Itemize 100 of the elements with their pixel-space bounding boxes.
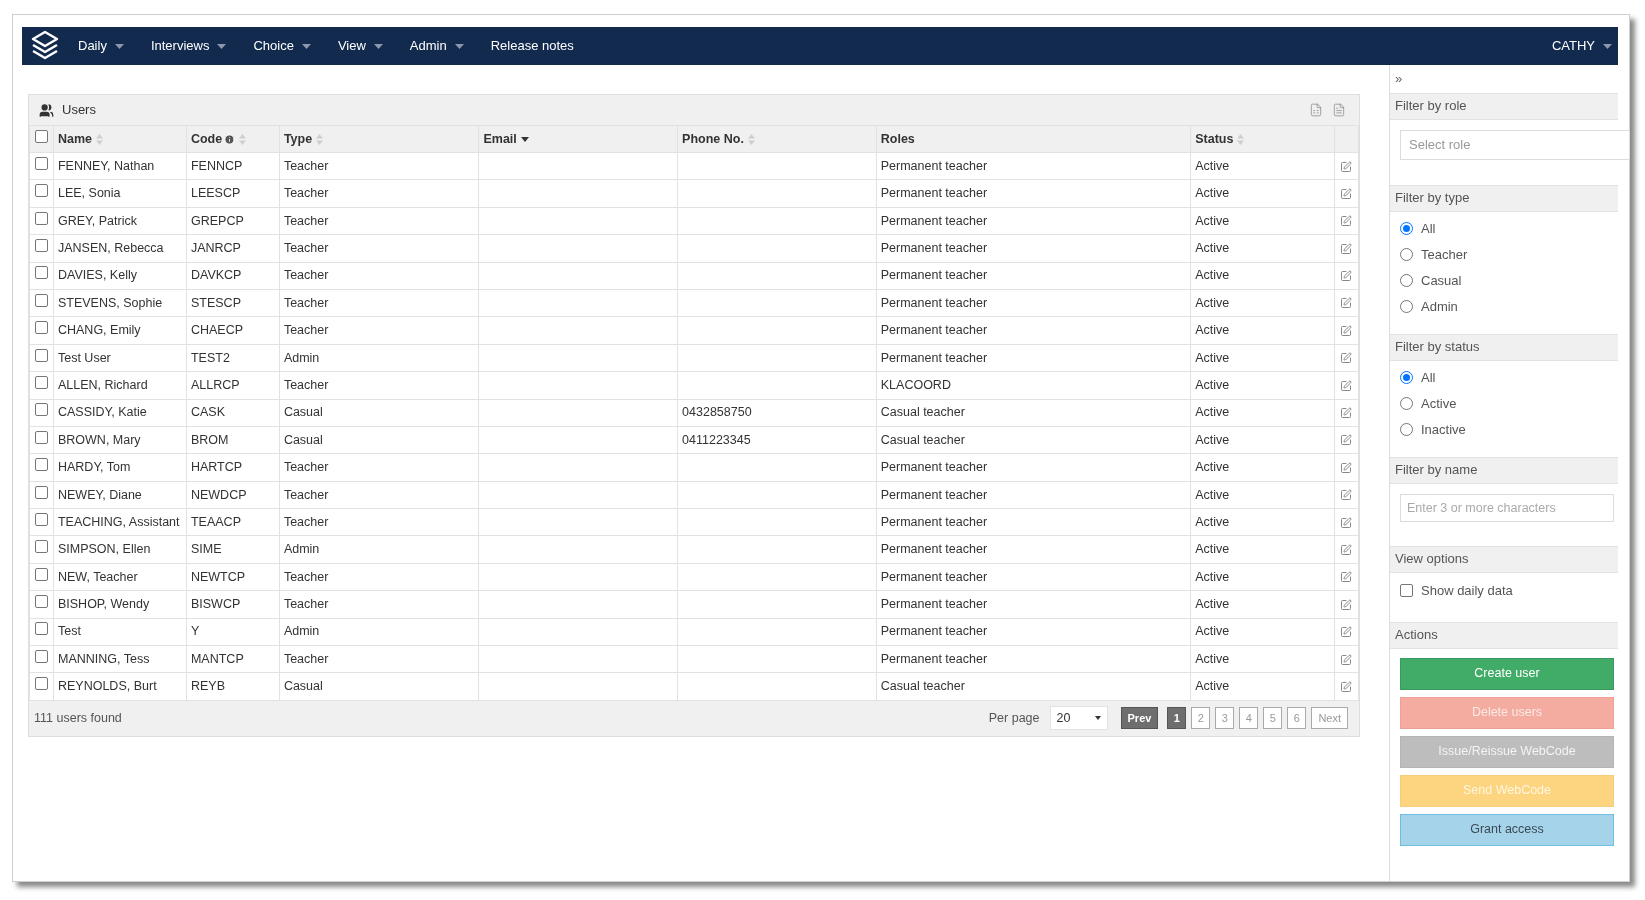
table-cell: Y xyxy=(190,624,200,639)
edit-icon[interactable] xyxy=(1340,187,1353,200)
checkbox[interactable] xyxy=(35,184,48,198)
edit-icon[interactable] xyxy=(1340,270,1353,283)
edit-icon[interactable] xyxy=(1340,516,1353,529)
role-select-field[interactable]: Select role xyxy=(1400,129,1630,160)
table-cell: CASK xyxy=(190,405,225,420)
radio-button[interactable] xyxy=(1400,274,1413,287)
table-cell: BISWCP xyxy=(190,597,241,612)
edit-icon[interactable] xyxy=(1340,215,1353,228)
radio-button[interactable] xyxy=(1400,371,1413,384)
checkbox[interactable] xyxy=(35,239,48,252)
checkbox[interactable] xyxy=(35,211,48,225)
caret-icon xyxy=(1094,716,1101,721)
table-cell: Teacher xyxy=(283,241,329,255)
section-header: Filter by type xyxy=(1390,184,1618,212)
table-cell: NEW, Teacher xyxy=(57,569,138,584)
checkbox[interactable] xyxy=(35,677,48,691)
column-header[interactable]: Type xyxy=(283,129,313,149)
page-button[interactable]: 1 xyxy=(1167,707,1187,730)
table-cell: REYNOLDS, Burt xyxy=(57,679,157,694)
checkbox[interactable] xyxy=(35,649,48,663)
user-menu[interactable]: CATHY xyxy=(1551,36,1612,56)
edit-icon[interactable] xyxy=(1340,653,1353,666)
edit-icon[interactable] xyxy=(1340,352,1353,365)
edit-icon[interactable] xyxy=(1340,242,1353,255)
edit-icon[interactable] xyxy=(1340,379,1353,392)
radio-button[interactable] xyxy=(1400,423,1413,436)
table-cell: Permanent teacher xyxy=(880,569,988,584)
checkbox[interactable] xyxy=(35,321,48,335)
checkbox[interactable] xyxy=(35,375,48,389)
nav-menu-item[interactable]: Daily xyxy=(78,36,124,56)
checkbox[interactable] xyxy=(35,430,48,444)
table-cell: ALLRCP xyxy=(190,377,240,392)
action-button[interactable]: Grant access xyxy=(1400,813,1614,846)
per-page-select[interactable]: 20 xyxy=(1049,706,1108,731)
checkbox[interactable] xyxy=(1400,584,1413,597)
edit-icon[interactable] xyxy=(1340,461,1353,474)
table-cell: Active xyxy=(1195,323,1230,338)
nav-menu-item[interactable]: Admin xyxy=(409,36,464,56)
edit-icon[interactable] xyxy=(1340,626,1353,639)
edit-icon[interactable] xyxy=(1340,680,1353,693)
table-cell: 0411223345 xyxy=(682,432,751,447)
table-cell: JANRCP xyxy=(190,241,241,255)
edit-icon[interactable] xyxy=(1340,571,1353,584)
checkbox[interactable] xyxy=(35,595,48,609)
checkbox[interactable] xyxy=(35,348,48,362)
radio-label: All xyxy=(1421,219,1436,238)
table-cell: Teacher xyxy=(283,323,329,338)
table-cell: Casual xyxy=(283,679,323,694)
collapse-sidebar-button[interactable]: » xyxy=(1395,69,1403,87)
panel-title: Users xyxy=(62,101,96,120)
nav-menu-item[interactable]: View xyxy=(337,36,383,56)
table-cell: Active xyxy=(1195,350,1230,365)
table-cell: Active xyxy=(1195,377,1230,392)
name-search-field[interactable]: Enter 3 or more characters xyxy=(1400,493,1614,522)
radio-button[interactable] xyxy=(1400,397,1413,410)
checkbox[interactable] xyxy=(35,293,48,307)
table-cell: Active xyxy=(1195,651,1230,666)
checkbox[interactable] xyxy=(35,540,48,554)
column-header[interactable]: Email xyxy=(483,129,517,149)
checkbox[interactable] xyxy=(35,567,48,581)
spreadsheet-file-icon[interactable] xyxy=(1309,103,1323,117)
edit-icon[interactable] xyxy=(1340,324,1353,337)
edit-icon[interactable] xyxy=(1340,297,1353,310)
table-cell: Permanent teacher xyxy=(880,597,988,612)
checkbox[interactable] xyxy=(35,129,48,143)
column-header[interactable]: Status xyxy=(1195,129,1234,149)
radio-button[interactable] xyxy=(1400,222,1413,235)
edit-icon[interactable] xyxy=(1340,407,1353,420)
radio-button[interactable] xyxy=(1400,300,1413,313)
radio-label: All xyxy=(1421,368,1436,387)
radio-button[interactable] xyxy=(1400,248,1413,261)
document-file-icon[interactable] xyxy=(1332,103,1346,117)
table-cell: NEWDCP xyxy=(190,487,247,502)
checkbox[interactable] xyxy=(35,156,48,170)
checkbox[interactable] xyxy=(35,403,48,417)
table-cell: Active xyxy=(1195,405,1230,420)
table-cell: Teacher xyxy=(283,487,329,502)
checkbox[interactable] xyxy=(35,458,48,472)
edit-icon[interactable] xyxy=(1340,544,1353,556)
nav-menu-item[interactable]: Release notes xyxy=(490,36,574,56)
stacked-layers-logo-icon xyxy=(30,30,60,62)
column-header[interactable]: Name xyxy=(57,129,92,149)
checkbox[interactable] xyxy=(35,622,48,636)
edit-icon[interactable] xyxy=(1340,434,1353,447)
table-cell: Active xyxy=(1195,514,1230,529)
edit-icon[interactable] xyxy=(1340,160,1353,173)
edit-icon[interactable] xyxy=(1340,489,1353,502)
table-cell: Active xyxy=(1195,624,1230,639)
checkbox[interactable] xyxy=(35,512,48,526)
table-cell: Permanent teacher xyxy=(880,542,988,557)
checkbox[interactable] xyxy=(35,266,48,280)
nav-menu-item[interactable]: Interviews xyxy=(150,36,227,56)
section-header: View options xyxy=(1390,545,1618,573)
nav-menu-item[interactable]: Choice xyxy=(253,36,311,56)
section-header: Filter by status xyxy=(1390,333,1618,361)
edit-icon[interactable] xyxy=(1340,598,1353,611)
checkbox[interactable] xyxy=(35,485,48,499)
table-cell: Active xyxy=(1195,295,1230,310)
